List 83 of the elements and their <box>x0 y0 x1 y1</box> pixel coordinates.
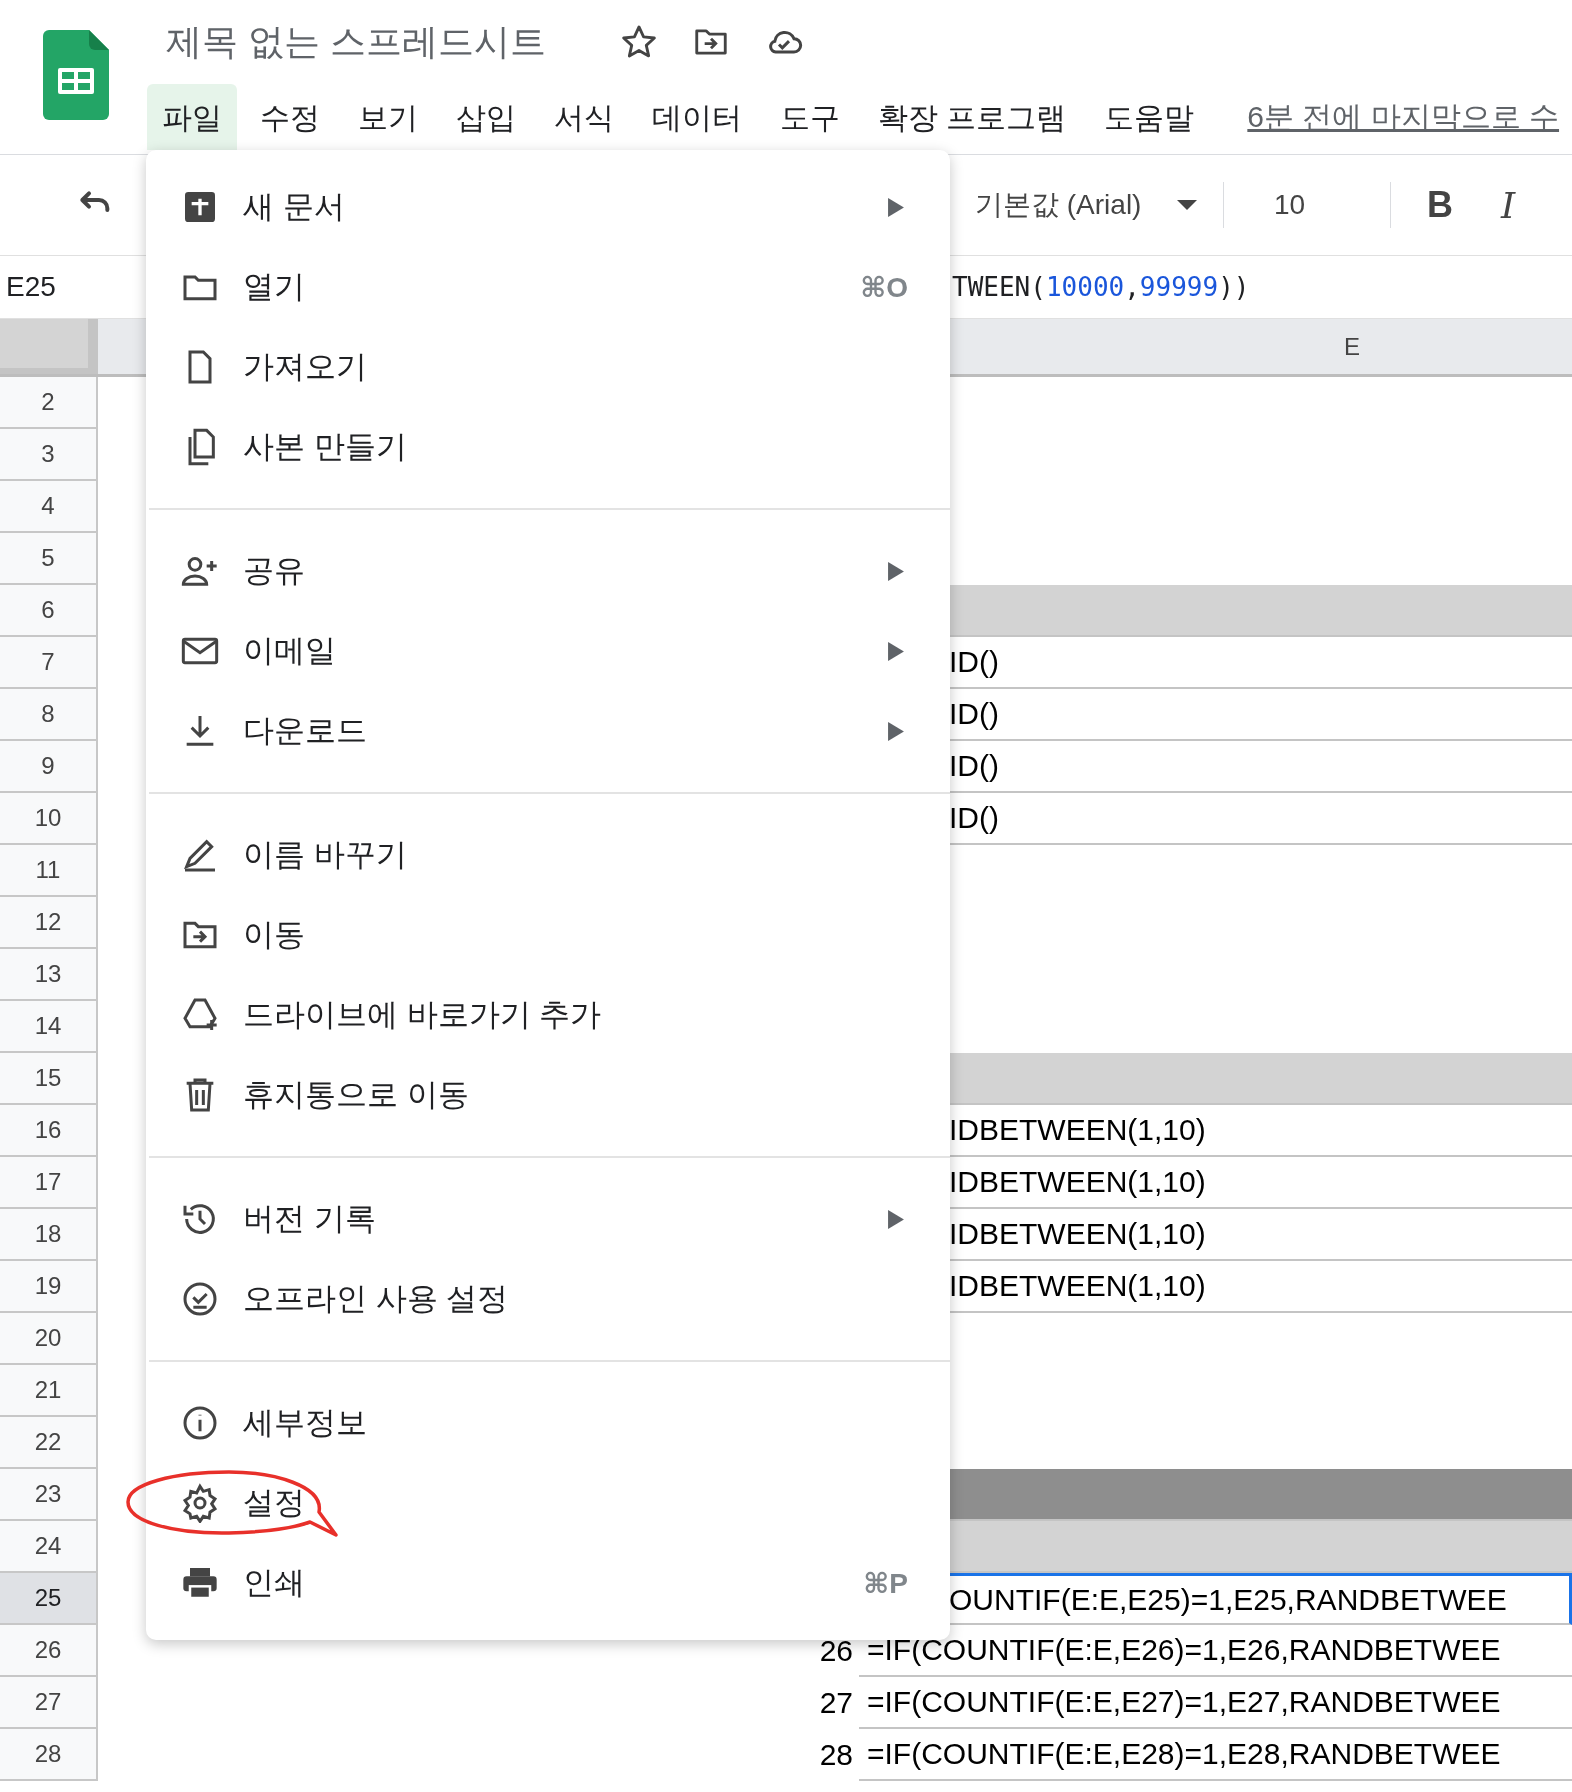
caret-icon <box>1177 200 1198 210</box>
row-header[interactable]: 23 <box>0 1469 98 1521</box>
submenu-arrow-icon <box>888 721 904 741</box>
row-header[interactable]: 16 <box>0 1105 98 1157</box>
menu-item[interactable]: 드라이브에 바로가기 추가 <box>146 975 950 1055</box>
submenu-arrow-icon <box>888 197 904 217</box>
row-header[interactable]: 4 <box>0 481 98 533</box>
menu-item[interactable]: 도움말 <box>1089 84 1210 150</box>
table-cell-text: 27 <box>819 1686 854 1720</box>
row-header[interactable]: 20 <box>0 1313 98 1365</box>
table-cell-text: 26 <box>819 1634 854 1668</box>
menu-item[interactable]: 보기 <box>343 84 433 150</box>
row-header[interactable]: 10 <box>0 793 98 845</box>
table-cell: OUNTIF(E:E,E25)=1,E25,RANDBETWEE <box>949 1582 1507 1617</box>
menu-item[interactable]: 이메일 <box>146 611 950 691</box>
submenu-arrow-icon <box>888 1209 904 1229</box>
table-cell: IDBETWEEN(1,10) <box>949 1113 1206 1147</box>
submenu-arrow-icon <box>888 641 904 661</box>
table-cell: IDBETWEEN(1,10) <box>949 1269 1206 1303</box>
table-cell-text: 28 <box>819 1738 854 1772</box>
menu-item[interactable]: 사본 만들기 <box>146 407 950 487</box>
row-header[interactable]: 3 <box>0 429 98 481</box>
document-title[interactable]: 제목 없는 스프레드시트 <box>166 17 546 67</box>
row-header[interactable]: 5 <box>0 533 98 585</box>
menu-item[interactable]: 설정 <box>146 1463 950 1543</box>
settings-icon <box>180 1483 220 1523</box>
formula-text[interactable]: TWEEN(10000,99999)) <box>952 272 1250 302</box>
row-header[interactable]: 17 <box>0 1157 98 1209</box>
bold-button[interactable]: B <box>1415 184 1465 226</box>
row-header[interactable]: 13 <box>0 949 98 1001</box>
row-header[interactable]: 11 <box>0 845 98 897</box>
menu-item[interactable]: 이름 바꾸기 <box>146 815 950 895</box>
row-header[interactable]: 12 <box>0 897 98 949</box>
row-header[interactable]: 22 <box>0 1417 98 1469</box>
row-header[interactable]: 26 <box>0 1625 98 1677</box>
menu-item[interactable]: 삽입 <box>441 84 531 150</box>
table-cell: =IF(COUNTIF(E:E,E27)=1,E27,RANDBETWEE <box>867 1685 1501 1719</box>
row-header[interactable]: 7 <box>0 637 98 689</box>
row-header[interactable]: 6 <box>0 585 98 637</box>
row-header[interactable]: 19 <box>0 1261 98 1313</box>
row-header[interactable]: 9 <box>0 741 98 793</box>
menu-item[interactable]: 새 문서 <box>146 167 950 247</box>
font-dropdown[interactable]: 기본값 (Arial) <box>975 186 1205 224</box>
sheets-logo-icon[interactable] <box>43 30 109 120</box>
menu-item[interactable]: 파일 <box>147 84 237 150</box>
shortcut-text: ⌘O <box>860 270 908 304</box>
table-cell: IDBETWEEN(1,10) <box>949 1165 1206 1199</box>
menu-item[interactable]: 도구 <box>765 84 855 150</box>
font-size-dropdown[interactable]: 10 <box>1242 189 1372 221</box>
menu-item[interactable]: 휴지통으로 이동 <box>146 1055 950 1135</box>
submenu-arrow-icon <box>888 561 904 581</box>
name-box[interactable]: E25 <box>0 271 146 303</box>
table-cell: ID() <box>949 697 999 731</box>
row-header[interactable]: 24 <box>0 1521 98 1573</box>
last-edit-link[interactable]: 6분 전에 마지막으로 수 <box>1247 96 1560 138</box>
table-cell: ID() <box>949 645 999 679</box>
row-header[interactable]: 18 <box>0 1209 98 1261</box>
row-header[interactable]: 2 <box>0 377 98 429</box>
row-header[interactable]: 25 <box>0 1573 98 1625</box>
row-header[interactable]: 21 <box>0 1365 98 1417</box>
row-header[interactable]: 14 <box>0 1001 98 1053</box>
menu-item[interactable]: 열기 ⌘O <box>146 247 950 327</box>
menu-item[interactable]: 확장 프로그램 <box>863 84 1082 150</box>
menu-item[interactable]: 공유 <box>146 531 950 611</box>
menu-item[interactable]: 이동 <box>146 895 950 975</box>
menu-item[interactable]: 가져오기 <box>146 327 950 407</box>
menu-item[interactable]: 버전 기록 <box>146 1179 950 1259</box>
table-cell: IDBETWEEN(1,10) <box>949 1217 1206 1251</box>
italic-button[interactable]: I <box>1483 184 1533 226</box>
row-header[interactable]: 27 <box>0 1677 98 1729</box>
menu-item[interactable]: 세부정보 <box>146 1383 950 1463</box>
row-header[interactable]: 15 <box>0 1053 98 1105</box>
table-cell: ID() <box>949 749 999 783</box>
menu-item[interactable]: 데이터 <box>637 84 757 150</box>
menu-item[interactable]: 수정 <box>245 84 335 150</box>
menu-item[interactable]: 다운로드 <box>146 691 950 771</box>
menu-item[interactable]: 서식 <box>539 84 629 150</box>
row-header[interactable]: 28 <box>0 1729 98 1781</box>
table-cell: ID() <box>949 801 999 835</box>
table-cell: =IF(COUNTIF(E:E,E28)=1,E28,RANDBETWEE <box>867 1737 1501 1771</box>
row-header[interactable]: 8 <box>0 689 98 741</box>
table-cell: =IF(COUNTIF(E:E,E26)=1,E26,RANDBETWEE <box>867 1633 1501 1667</box>
menu-item[interactable]: 오프라인 사용 설정 <box>146 1259 950 1339</box>
